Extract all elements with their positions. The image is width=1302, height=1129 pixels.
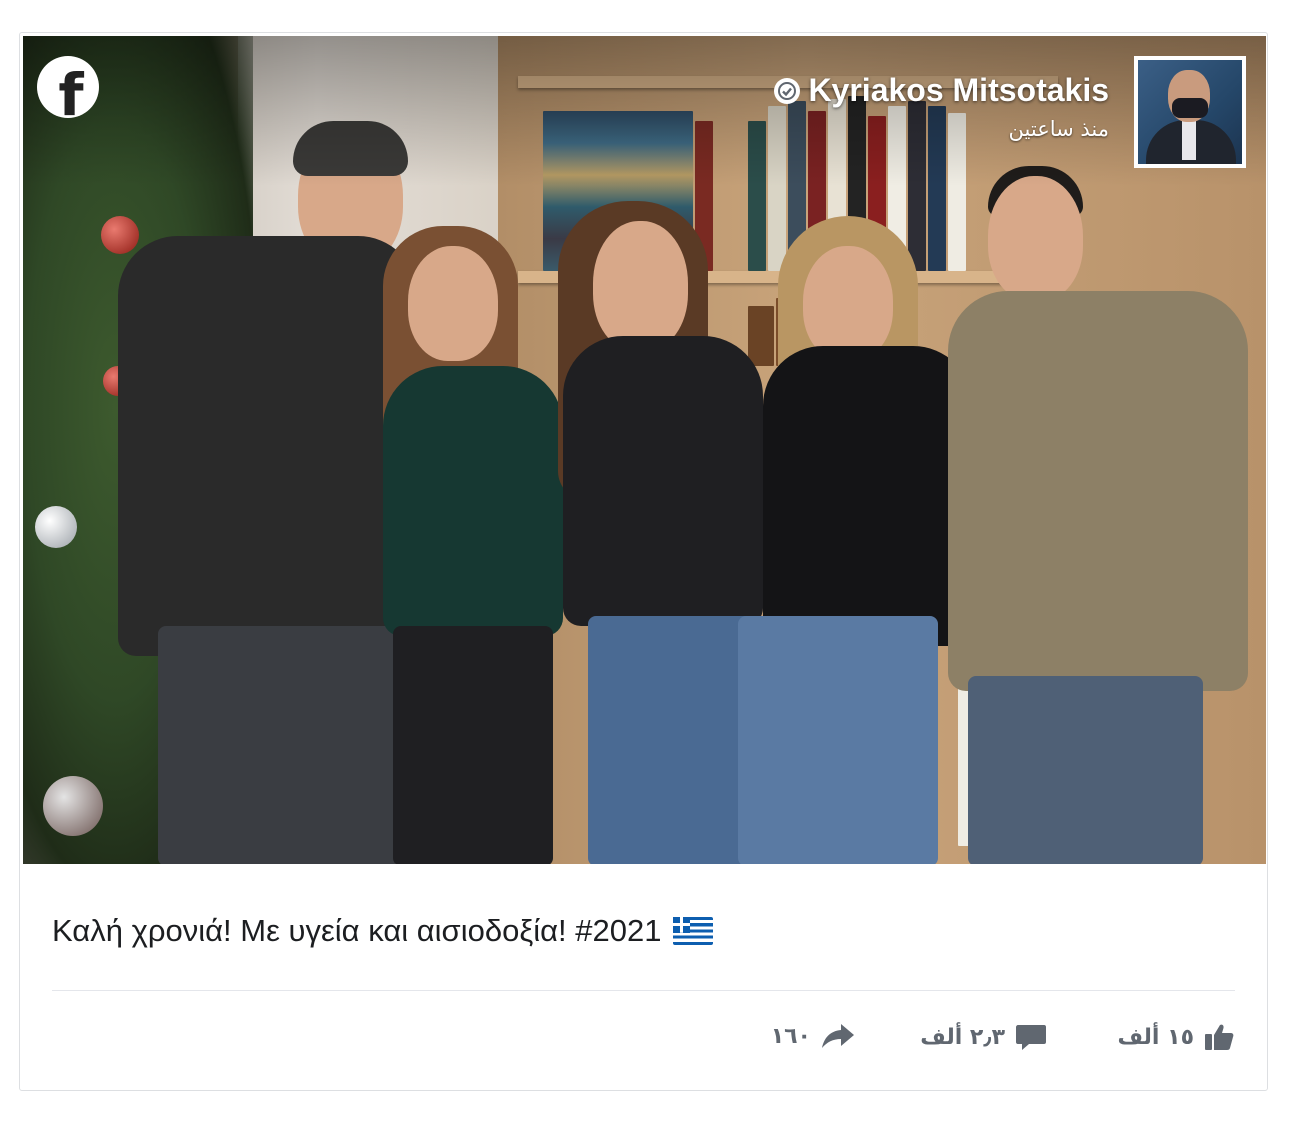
post-author[interactable]: Kyriakos Mitsotakis منذ ساعتين	[774, 72, 1109, 141]
likes-count[interactable]: ١٥ ألف	[1117, 1023, 1234, 1051]
shares-count[interactable]: ١٦٠	[771, 1023, 855, 1049]
post-caption: Καλή χρονιά! Με υγεία και αισιοδοξία! #2…	[52, 913, 714, 949]
divider	[52, 990, 1235, 991]
thumbs-up-icon	[1205, 1024, 1234, 1050]
post-timestamp[interactable]: منذ ساعتين	[774, 117, 1109, 141]
post-photo[interactable]: f Kyriakos Mitsotakis منذ ساعتين	[23, 36, 1266, 864]
shares-count-label: ١٦٠	[770, 1023, 811, 1049]
verified-badge-icon	[774, 77, 801, 104]
ornament	[35, 506, 77, 548]
likes-count-label: ١٥ ألف	[1117, 1024, 1194, 1050]
ornament	[101, 216, 139, 254]
greece-flag-icon	[673, 917, 714, 945]
author-name[interactable]: Kyriakos Mitsotakis	[808, 72, 1109, 109]
author-avatar[interactable]	[1134, 56, 1246, 168]
comments-count[interactable]: ٢٫٣ ألف	[920, 1023, 1047, 1051]
share-arrow-icon	[822, 1024, 854, 1048]
post-stats: ١٥ ألف ٢٫٣ ألف ١٦٠	[20, 1023, 1267, 1063]
comment-bubble-icon	[1016, 1025, 1046, 1050]
facebook-post-card: f Kyriakos Mitsotakis منذ ساعتين Καλή χρ…	[19, 32, 1268, 1091]
ornament	[43, 776, 103, 836]
comments-count-label: ٢٫٣ ألف	[920, 1024, 1005, 1050]
caption-text: Καλή χρονιά! Με υγεία και αισιοδοξία! #2…	[52, 913, 662, 948]
facebook-icon[interactable]: f	[37, 56, 99, 118]
